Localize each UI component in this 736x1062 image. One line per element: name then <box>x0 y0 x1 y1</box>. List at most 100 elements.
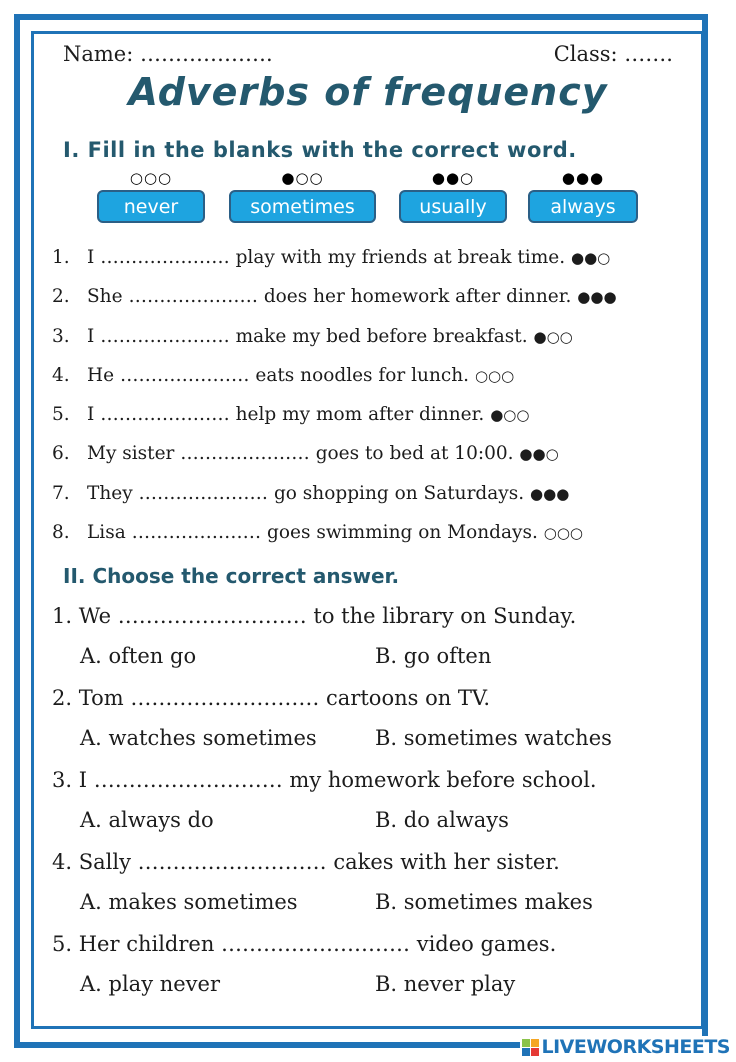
blank-input[interactable]: ……………………… <box>138 850 327 874</box>
mc-question: 3. I ……………………… my homework before school… <box>52 761 702 843</box>
word-sometimes-button[interactable]: sometimes <box>229 190 376 223</box>
word-always-button[interactable]: always <box>528 190 638 223</box>
item-rest: does her homework after dinner. <box>263 286 572 308</box>
item-rest: go shopping on Saturdays. <box>273 482 525 504</box>
fill-in-list: 1. I ………………… play with my friends at brea… <box>52 240 702 554</box>
option-a[interactable]: A. makes sometimes <box>80 883 375 925</box>
item-number: 6. <box>52 443 70 465</box>
frequency-dots: ●●○ <box>519 445 559 464</box>
word-bank-item: ●●○ usually <box>399 168 507 223</box>
section2-title: II. Choose the correct answer. <box>63 564 400 588</box>
worksheet-title: Adverbs of frequency <box>128 70 608 114</box>
frequency-dots: ●○○ <box>533 327 573 346</box>
frequency-dots: ●●● <box>530 484 570 503</box>
option-a[interactable]: A. watches sometimes <box>80 719 375 761</box>
logo-square <box>531 1047 540 1056</box>
word-bank-item: ○○○ never <box>97 168 205 223</box>
item-rest: goes to bed at 10:00. <box>315 443 514 465</box>
question-subject: Sally <box>78 850 131 874</box>
mc-question: 1. We ……………………… to the library on Sunday… <box>52 597 702 679</box>
blank-input[interactable]: ………………… <box>100 326 230 347</box>
item-number: 1. <box>52 247 70 268</box>
frequency-dots: ●○○ <box>281 169 324 187</box>
option-b[interactable]: B. go often <box>375 637 491 679</box>
question-number: 3. <box>52 768 73 792</box>
mc-question: 5. Her children ……………………… video games. A… <box>52 925 702 1007</box>
word-usually-button[interactable]: usually <box>399 190 507 223</box>
fill-item: 5. I ………………… help my mom after dinner. ●○… <box>52 397 702 436</box>
item-subject: I <box>87 404 95 426</box>
option-b[interactable]: B. never play <box>375 965 515 1007</box>
fill-item: 2. She ………………… does her homework after di… <box>52 279 702 318</box>
question-rest: video games. <box>416 932 557 956</box>
item-rest: make my bed before breakfast. <box>235 325 528 347</box>
question-number: 4. <box>52 850 73 874</box>
question-rest: cartoons on TV. <box>326 686 491 710</box>
word-bank-item: ●●● always <box>528 168 638 223</box>
option-b[interactable]: B. sometimes makes <box>375 883 593 925</box>
blank-input[interactable]: ……………………… <box>221 932 410 956</box>
word-bank: ○○○ never ●○○ sometimes ●●○ usually ●●● … <box>0 168 736 228</box>
multiple-choice-list: 1. We ……………………… to the library on Sunday… <box>52 597 702 1007</box>
option-b[interactable]: B. do always <box>375 801 509 843</box>
frequency-dots: ●○○ <box>490 406 530 425</box>
word-never-button[interactable]: never <box>97 190 205 223</box>
question-text: 4. Sally ……………………… cakes with her sister… <box>52 843 702 883</box>
item-number: 3. <box>52 325 70 347</box>
logo-text: LIVEWORKSHEETS <box>541 1036 730 1058</box>
blank-input[interactable]: ………………… <box>120 365 250 386</box>
question-text: 3. I ……………………… my homework before school… <box>52 761 702 801</box>
item-subject: I <box>87 247 95 268</box>
question-rest: cakes with her sister. <box>333 850 560 874</box>
item-subject: Lisa <box>87 522 126 544</box>
blank-input[interactable]: ………………… <box>132 522 262 543</box>
mc-question: 2. Tom ……………………… cartoons on TV. A. watc… <box>52 679 702 761</box>
blank-input[interactable]: ……………………… <box>130 686 319 710</box>
item-number: 4. <box>52 364 70 386</box>
question-subject: I <box>78 768 88 792</box>
option-a[interactable]: A. always do <box>80 801 375 843</box>
item-subject: They <box>87 482 133 504</box>
item-number: 2. <box>52 286 70 308</box>
item-subject: She <box>87 286 123 308</box>
question-number: 2. <box>52 686 73 710</box>
frequency-dots: ●●○ <box>570 249 611 267</box>
item-rest: goes swimming on Mondays. <box>267 522 538 544</box>
word-bank-item: ●○○ sometimes <box>229 168 376 223</box>
blank-input[interactable]: ………………… <box>100 247 230 268</box>
frequency-dots: ○○○ <box>129 169 173 187</box>
option-a[interactable]: A. often go <box>80 637 375 679</box>
fill-item: 6. My sister ………………… goes to bed at 10:00… <box>52 436 702 475</box>
blank-input[interactable]: ……………………… <box>94 768 283 792</box>
item-subject: My sister <box>87 443 175 465</box>
frequency-dots: ●●● <box>561 169 605 187</box>
name-field[interactable]: Name: ………………. <box>63 42 273 66</box>
blank-input[interactable]: ……………………… <box>118 604 307 628</box>
item-rest: help my mom after dinner. <box>235 404 485 426</box>
item-number: 8. <box>52 522 70 544</box>
fill-item: 3. I ………………… make my bed before breakfast… <box>52 319 702 358</box>
fill-item: 7. They ………………… go shopping on Saturdays.… <box>52 476 702 515</box>
logo-icon <box>522 1038 540 1056</box>
option-b[interactable]: B. sometimes watches <box>375 719 612 761</box>
blank-input[interactable]: ………………… <box>180 443 310 464</box>
header-row: Name: ………………. Class: ……. <box>63 42 673 66</box>
question-rest: my homework before school. <box>289 768 597 792</box>
fill-item: 1. I ………………… play with my friends at brea… <box>52 240 702 279</box>
option-a[interactable]: A. play never <box>80 965 375 1007</box>
item-rest: play with my friends at break time. <box>235 247 566 268</box>
logo-square <box>522 1047 531 1056</box>
class-field[interactable]: Class: ……. <box>554 42 673 66</box>
section1-title: I. Fill in the blanks with the correct w… <box>63 138 577 162</box>
question-subject: We <box>78 604 112 628</box>
logo-square <box>531 1038 540 1047</box>
item-number: 5. <box>52 404 70 426</box>
frequency-dots: ○○○ <box>543 524 583 543</box>
blank-input[interactable]: ………………… <box>100 404 230 425</box>
blank-input[interactable]: ………………… <box>139 483 269 504</box>
frequency-dots: ●●○ <box>431 169 475 187</box>
logo-square <box>522 1038 531 1047</box>
blank-input[interactable]: ………………… <box>128 286 258 307</box>
fill-item: 8. Lisa ………………… goes swimming on Mondays.… <box>52 515 702 554</box>
question-subject: Tom <box>78 686 124 710</box>
